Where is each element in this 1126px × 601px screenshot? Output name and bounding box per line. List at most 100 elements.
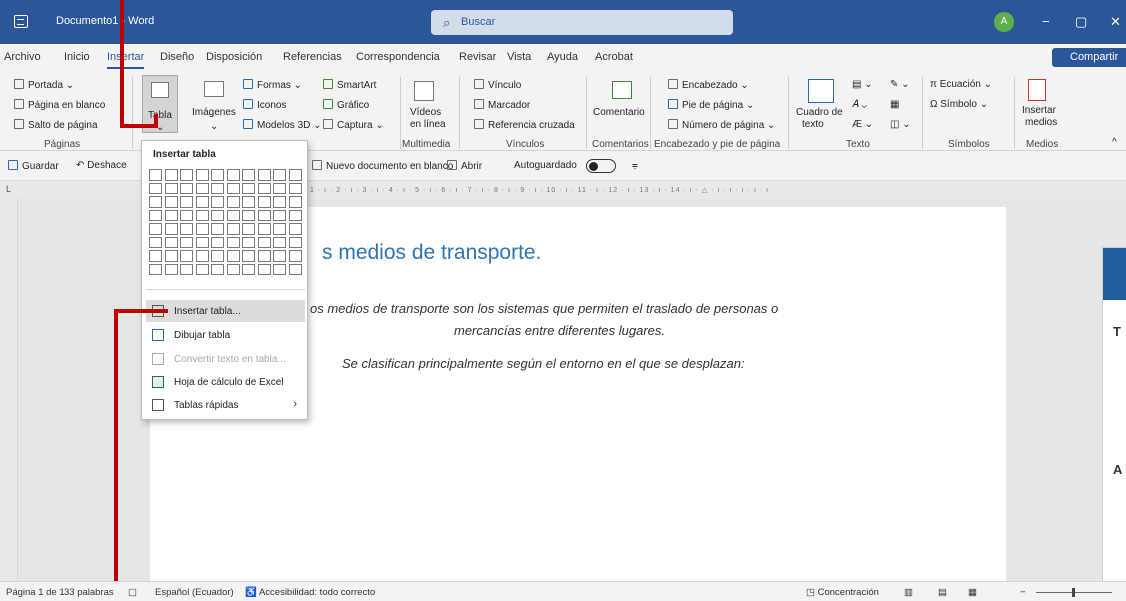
zoom-out-icon[interactable]: −: [1020, 587, 1026, 598]
collapse-ribbon-icon[interactable]: ^: [1112, 137, 1117, 148]
tab-referencias[interactable]: Referencias: [283, 51, 342, 63]
videos-line1[interactable]: Vídeos: [410, 107, 441, 118]
table-grid-cell[interactable]: [242, 263, 255, 275]
table-grid-cell[interactable]: [242, 209, 255, 221]
table-grid-cell[interactable]: [257, 209, 271, 221]
table-grid-cell[interactable]: [226, 196, 240, 208]
grafico-button[interactable]: Gráfico: [323, 99, 369, 111]
table-grid-cell[interactable]: [226, 250, 240, 262]
table-grid-cell[interactable]: [164, 209, 178, 221]
table-grid-cell[interactable]: [273, 169, 286, 181]
table-grid-cell[interactable]: [288, 169, 302, 181]
focus-mode-button[interactable]: ◳ Concentración: [806, 587, 879, 598]
table-grid-cell[interactable]: [288, 209, 302, 221]
wordart-icon[interactable]: 𝐴 ⌄: [852, 99, 867, 110]
table-grid-cell[interactable]: [211, 250, 224, 262]
language[interactable]: Español (Ecuador): [155, 587, 234, 598]
tab-insertar[interactable]: Insertar: [107, 51, 145, 69]
table-grid-cell[interactable]: [164, 250, 178, 262]
excel-sheet-item[interactable]: Hoja de cálculo de Excel: [146, 371, 305, 393]
vinculo-button[interactable]: Vínculo: [474, 79, 521, 91]
proofing-icon[interactable]: ▢: [128, 587, 137, 598]
table-grid-cell[interactable]: [257, 223, 271, 235]
tab-diseno[interactable]: Diseño: [160, 51, 194, 63]
tab-disposicion[interactable]: Disposición: [206, 51, 262, 63]
maximize-icon[interactable]: ▢: [1075, 14, 1087, 30]
table-grid-cell[interactable]: [273, 196, 286, 208]
captura-button[interactable]: Captura ⌄: [323, 119, 384, 131]
table-grid-cell[interactable]: [226, 209, 240, 221]
table-grid-cell[interactable]: [195, 223, 209, 235]
table-grid-cell[interactable]: [195, 263, 209, 275]
imagenes-button[interactable]: Imágenes: [192, 107, 236, 118]
table-grid-cell[interactable]: [288, 223, 302, 235]
table-grid-cell[interactable]: [211, 263, 224, 275]
table-grid-cell[interactable]: [180, 209, 193, 221]
table-grid-cell[interactable]: [149, 182, 162, 194]
table-grid-cell[interactable]: [195, 196, 209, 208]
table-grid-cell[interactable]: [164, 182, 178, 194]
table-grid-cell[interactable]: [149, 209, 162, 221]
table-grid-cell[interactable]: [180, 182, 193, 194]
user-avatar[interactable]: A: [994, 12, 1014, 32]
cuadro-texto-line2[interactable]: texto: [802, 119, 824, 130]
formas-button[interactable]: Formas ⌄: [243, 79, 302, 91]
marcador-button[interactable]: Marcador: [474, 99, 530, 111]
word-count[interactable]: 33 palabras: [64, 587, 114, 598]
tab-inicio[interactable]: Inicio: [64, 51, 90, 63]
accessibility-status[interactable]: ♿ Accesibilidad: todo correcto: [245, 587, 375, 598]
share-button[interactable]: Compartir: [1052, 48, 1126, 67]
table-grid-cell[interactable]: [288, 236, 302, 248]
table-grid-cell[interactable]: [211, 182, 224, 194]
table-grid-cell[interactable]: [242, 169, 255, 181]
comentario-button[interactable]: Comentario: [593, 107, 645, 118]
pagina-blanco-button[interactable]: Página en blanco: [14, 99, 105, 111]
table-grid-cell[interactable]: [164, 223, 178, 235]
table-grid-cell[interactable]: [257, 196, 271, 208]
tab-correspondencia[interactable]: Correspondencia: [356, 51, 440, 63]
new-document-button[interactable]: Nuevo documento en blanco: [312, 160, 453, 172]
draw-table-item[interactable]: Dibujar tabla: [146, 324, 305, 346]
table-grid-cell[interactable]: [211, 209, 224, 221]
tab-ayuda[interactable]: Ayuda: [547, 51, 578, 63]
table-grid-cell[interactable]: [288, 250, 302, 262]
table-grid-cell[interactable]: [149, 223, 162, 235]
table-grid-cell[interactable]: [180, 236, 193, 248]
table-grid-cell[interactable]: [164, 169, 178, 181]
table-grid-cell[interactable]: [180, 250, 193, 262]
read-mode-icon[interactable]: ▥: [904, 587, 913, 598]
pie-pagina-button[interactable]: Pie de página ⌄: [668, 99, 754, 111]
encabezado-button[interactable]: Encabezado ⌄: [668, 79, 749, 91]
table-grid-cell[interactable]: [195, 209, 209, 221]
table-grid-cell[interactable]: [195, 250, 209, 262]
table-grid-cell[interactable]: [242, 182, 255, 194]
videos-line2[interactable]: en línea: [410, 119, 446, 130]
table-grid-cell[interactable]: [288, 263, 302, 275]
table-grid-cell[interactable]: [257, 263, 271, 275]
table-grid-cell[interactable]: [195, 182, 209, 194]
table-size-grid[interactable]: [149, 169, 302, 277]
table-grid-cell[interactable]: [288, 196, 302, 208]
table-grid-cell[interactable]: [164, 196, 178, 208]
autosave-toggle[interactable]: [586, 159, 616, 173]
customize-qat-icon[interactable]: ⩦: [632, 160, 638, 171]
table-grid-cell[interactable]: [195, 236, 209, 248]
table-grid-cell[interactable]: [242, 250, 255, 262]
tab-acrobat[interactable]: Acrobat: [595, 51, 633, 63]
table-grid-cell[interactable]: [273, 223, 286, 235]
smartart-button[interactable]: SmartArt: [323, 79, 376, 91]
quick-tables-item[interactable]: Tablas rápidas ›: [146, 394, 305, 416]
simbolo-button[interactable]: Ω Símbolo ⌄: [930, 99, 988, 110]
zoom-slider-thumb[interactable]: [1072, 588, 1075, 597]
undo-button[interactable]: ↶ Deshace: [76, 160, 127, 171]
side-pane[interactable]: T A: [1102, 247, 1126, 581]
table-grid-cell[interactable]: [273, 182, 286, 194]
table-grid-cell[interactable]: [149, 250, 162, 262]
table-grid-cell[interactable]: [164, 236, 178, 248]
table-grid-cell[interactable]: [273, 236, 286, 248]
page-count[interactable]: Página 1 de 1: [6, 587, 65, 598]
table-grid-cell[interactable]: [257, 250, 271, 262]
quick-parts-icon[interactable]: ▤ ⌄: [852, 79, 873, 90]
table-grid-cell[interactable]: [226, 182, 240, 194]
table-grid-cell[interactable]: [257, 182, 271, 194]
